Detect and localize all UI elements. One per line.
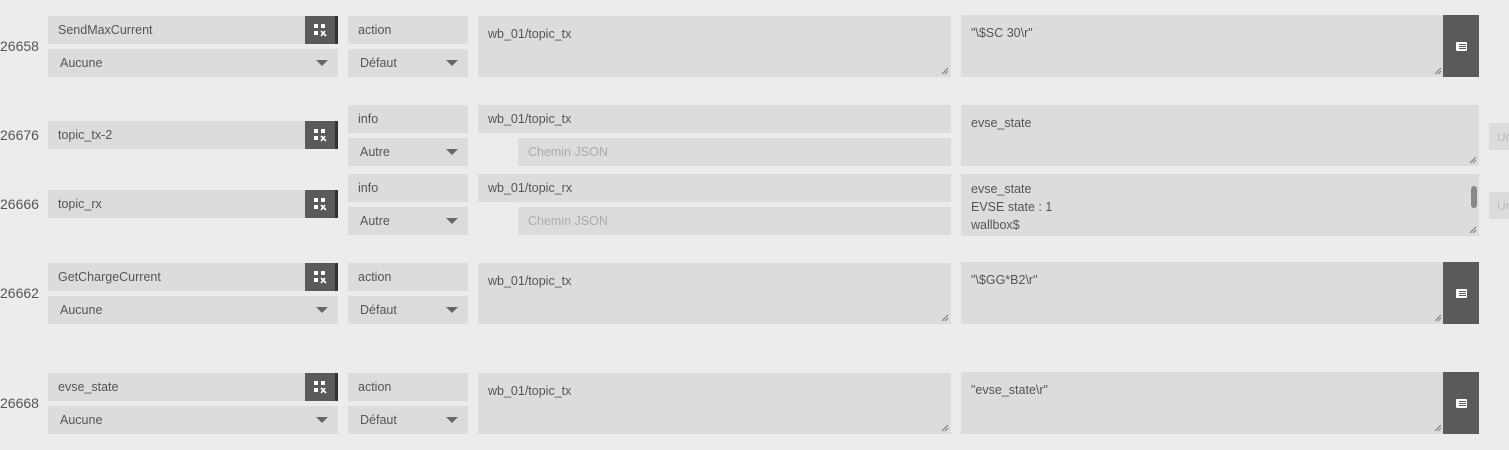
command-subtype-value: Défaut [360, 303, 397, 317]
resize-handle-icon[interactable] [941, 67, 949, 75]
chevron-down-icon [446, 218, 458, 224]
resize-handle-icon[interactable] [941, 424, 949, 432]
command-subtype-value: Défaut [360, 56, 397, 70]
configure-command-button[interactable] [305, 263, 338, 291]
configure-command-button[interactable] [305, 373, 338, 401]
wrench-cogs-icon [314, 271, 327, 284]
list-button[interactable] [1443, 15, 1479, 77]
resize-handle-icon[interactable] [1434, 424, 1442, 432]
list-button[interactable] [1443, 262, 1479, 324]
command-name-input[interactable]: evse_state [48, 373, 305, 401]
unit-input-cut[interactable]: Ur [1489, 192, 1509, 219]
command-name-group: topic_tx-2 [48, 121, 338, 149]
command-name-group: evse_state [48, 373, 338, 401]
command-id: 26666 [0, 196, 39, 212]
list-icon [1455, 288, 1467, 298]
command-type-select[interactable]: info [348, 105, 468, 133]
configure-command-button[interactable] [305, 121, 338, 149]
topic-value: wb_01/topic_tx [488, 27, 572, 41]
generic-type-select[interactable]: Aucune [48, 49, 338, 77]
chevron-down-icon [446, 149, 458, 155]
wrench-cogs-icon [314, 129, 327, 142]
command-type-select[interactable]: action [348, 16, 468, 44]
value-line: evse_state [971, 182, 1032, 196]
value-text: evse_state [971, 116, 1032, 130]
list-icon [1455, 41, 1467, 51]
json-path-input[interactable]: Chemin JSON [518, 207, 951, 235]
generic-type-select[interactable]: Aucune [48, 406, 338, 434]
command-id: 26668 [0, 395, 39, 411]
value-textarea[interactable]: evse_state [961, 105, 1479, 166]
command-name-input[interactable]: SendMaxCurrent [48, 16, 305, 44]
command-name-group: SendMaxCurrent [48, 16, 338, 44]
generic-type-select[interactable]: Aucune [48, 296, 338, 324]
command-name-input[interactable]: topic_rx [48, 190, 305, 218]
request-textarea[interactable]: "\$GG*B2\r" [961, 262, 1444, 324]
topic-input[interactable]: wb_01/topic_tx [478, 105, 951, 133]
list-button[interactable] [1443, 372, 1479, 434]
command-name-input[interactable]: GetChargeCurrent [48, 263, 305, 291]
resize-handle-icon[interactable] [1469, 156, 1477, 164]
chevron-down-icon [446, 307, 458, 313]
command-id: 26658 [0, 38, 39, 54]
command-subtype-select[interactable]: Autre [348, 207, 468, 235]
resize-handle-icon[interactable] [1434, 67, 1442, 75]
command-subtype-value: Autre [360, 145, 390, 159]
scrollbar-thumb[interactable] [1471, 186, 1477, 208]
resize-handle-icon[interactable] [941, 314, 949, 322]
command-subtype-value: Autre [360, 214, 390, 228]
command-subtype-value: Défaut [360, 413, 397, 427]
wrench-cogs-icon [314, 381, 327, 394]
command-id: 26676 [0, 127, 39, 143]
command-id: 26662 [0, 285, 39, 301]
json-path-input[interactable]: Chemin JSON [518, 138, 951, 166]
command-name-group: topic_rx [48, 190, 338, 218]
command-subtype-select[interactable]: Autre [348, 138, 468, 166]
request-value: "evse_state\r" [971, 383, 1048, 397]
command-subtype-select[interactable]: Défaut [348, 406, 468, 434]
request-textarea[interactable]: "\$SC 30\r" [961, 15, 1444, 77]
command-type-select[interactable]: action [348, 373, 468, 401]
generic-type-value: Aucune [60, 56, 103, 70]
wrench-cogs-icon [314, 198, 327, 211]
command-subtype-select[interactable]: Défaut [348, 296, 468, 324]
command-type-select[interactable]: info [348, 174, 468, 202]
chevron-down-icon [316, 60, 328, 66]
list-icon [1455, 398, 1467, 408]
command-subtype-select[interactable]: Défaut [348, 49, 468, 77]
value-line: EVSE state : 1 [971, 200, 1053, 214]
topic-textarea[interactable]: wb_01/topic_tx [478, 373, 951, 434]
value-textarea[interactable]: evse_state EVSE state : 1 wallbox$ [961, 174, 1479, 236]
chevron-down-icon [446, 417, 458, 423]
request-value: "\$SC 30\r" [971, 26, 1033, 40]
topic-value: wb_01/topic_tx [488, 274, 572, 288]
request-value: "\$GG*B2\r" [971, 273, 1038, 287]
chevron-down-icon [446, 60, 458, 66]
resize-handle-icon[interactable] [1434, 314, 1442, 322]
topic-value: wb_01/topic_tx [488, 384, 572, 398]
unit-input-cut[interactable]: Ur [1489, 123, 1509, 150]
wrench-cogs-icon [314, 24, 327, 37]
chevron-down-icon [316, 307, 328, 313]
command-type-select[interactable]: action [348, 263, 468, 291]
configure-command-button[interactable] [305, 190, 338, 218]
value-line: wallbox$ [971, 218, 1020, 232]
configure-command-button[interactable] [305, 16, 338, 44]
topic-textarea[interactable]: wb_01/topic_tx [478, 263, 951, 324]
chevron-down-icon [316, 417, 328, 423]
resize-handle-icon[interactable] [1469, 226, 1477, 234]
command-name-input[interactable]: topic_tx-2 [48, 121, 305, 149]
topic-textarea[interactable]: wb_01/topic_tx [478, 16, 951, 77]
command-name-group: GetChargeCurrent [48, 263, 338, 291]
topic-input[interactable]: wb_01/topic_rx [478, 174, 951, 202]
generic-type-value: Aucune [60, 303, 103, 317]
generic-type-value: Aucune [60, 413, 103, 427]
request-textarea[interactable]: "evse_state\r" [961, 372, 1444, 434]
